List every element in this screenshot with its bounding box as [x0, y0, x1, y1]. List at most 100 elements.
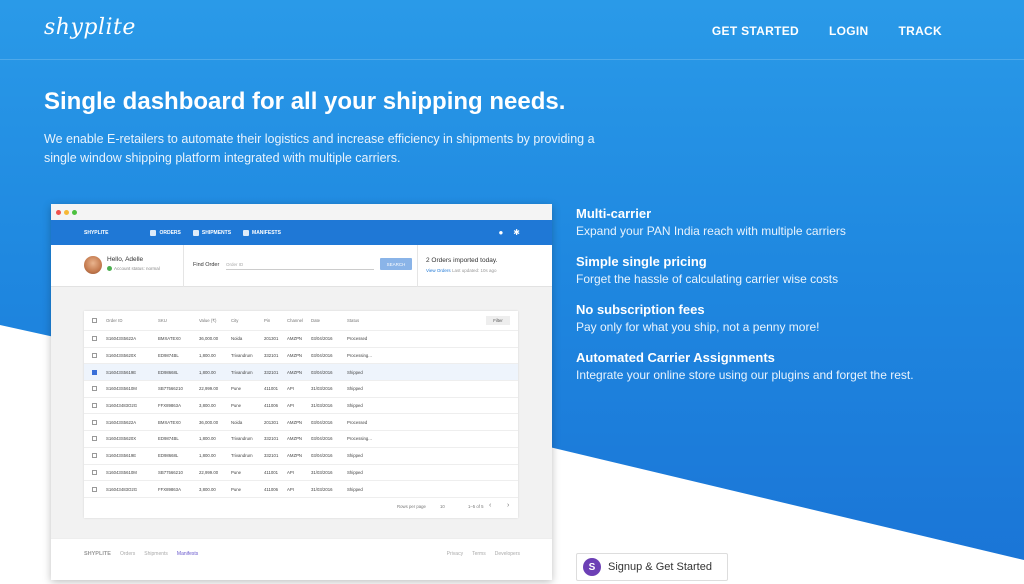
tab-label: MANIFESTS — [252, 229, 281, 236]
footer-links: Orders Shipments Manifests — [120, 551, 198, 557]
app-brand: SHYPLITE — [84, 229, 109, 236]
features-list: Multi-carrier Expand your PAN India reac… — [576, 206, 996, 398]
table-cell: S16043S5610M — [106, 386, 137, 392]
row-checkbox — [92, 469, 97, 475]
table-cell: 411001 — [264, 386, 279, 392]
imported-count: 2 Orders imported today. — [426, 257, 498, 264]
user-icon: ● — [498, 228, 504, 237]
table-cell: 31/03/2016 — [311, 386, 333, 392]
table-cell: FFX89863A — [158, 403, 181, 409]
row-checkbox — [92, 419, 97, 425]
nav-get-started[interactable]: GET STARTED — [712, 24, 799, 38]
table-cell: S16043483O2G — [106, 403, 138, 409]
table-cell: 22,999.00 — [199, 469, 219, 475]
table-cell: AMZPN — [287, 336, 303, 342]
tab-manifests: MANIFESTS — [243, 229, 281, 236]
table-cell: 332101 — [264, 453, 279, 459]
table-cell: Pune — [231, 486, 242, 492]
row-checkbox — [92, 436, 97, 442]
table-cell: Trivandrum — [231, 353, 253, 359]
view-orders-link: View Orders — [426, 268, 451, 273]
table-cell: ED98668L — [158, 453, 179, 459]
nav-links: GET STARTED LOGIN TRACK — [712, 24, 942, 38]
table-row: S16043S5610M SB77566210 22,999.00 Pune 41100… — [84, 465, 518, 482]
table-cell: API — [287, 386, 294, 392]
table-cell: S16043S5619E — [106, 453, 137, 459]
nav-track[interactable]: TRACK — [899, 24, 943, 38]
account-status: Account status: normal — [107, 266, 160, 271]
table-cell: Shipped — [347, 403, 363, 409]
table-row: S16043S5610M SB77566210 22,999.00 Pune 41100… — [84, 381, 518, 398]
signup-button[interactable]: S Signup & Get Started — [576, 553, 728, 581]
hero-description: We enable E-retailers to automate their … — [44, 132, 595, 165]
footer-link-developers: Developers — [494, 551, 520, 557]
footer-brand: SHYPLITE — [84, 551, 111, 557]
window-chrome — [51, 204, 552, 220]
footer-link-orders: Orders — [120, 551, 136, 557]
table-cell: ED98668L — [158, 369, 179, 375]
table-cell: 03/04/2016 — [311, 436, 333, 442]
table-cell: 411006 — [264, 403, 279, 409]
table-cell: Noida — [231, 419, 243, 425]
table-cell: Noida — [231, 336, 243, 342]
col-header: SKU — [158, 318, 167, 323]
row-checkbox — [92, 453, 97, 459]
greeting: Hello, Adelle — [107, 256, 144, 263]
shyplite-logo[interactable]: shyplite — [44, 15, 136, 40]
app-footer: SHYPLITE Orders Shipments Manifests Priv… — [51, 538, 552, 580]
table-cell: AMZPN — [287, 453, 303, 459]
col-header: Channel — [287, 318, 304, 323]
table-cell: API — [287, 486, 294, 492]
table-row: S16043S5622A BMXATEX0 36,000.00 Noida 201301… — [84, 414, 518, 432]
dashboard-screenshot: SHYPLITE ORDERS SHIPMENTS MANIFESTS ● ✱ … — [51, 204, 552, 580]
footer-link-shipments: Shipments — [144, 551, 168, 557]
col-header: Date — [311, 318, 321, 323]
orders-icon — [150, 229, 157, 236]
footer-legal-links: Privacy Terms Developers — [447, 551, 520, 557]
table-cell: S16043S5619E — [106, 369, 137, 375]
find-order-label: Find Order — [193, 262, 220, 268]
hero-title: Single dashboard for all your shipping n… — [44, 88, 566, 115]
signup-label: Signup & Get Started — [608, 561, 712, 573]
avatar — [84, 256, 102, 274]
feature-text: Expand your PAN India reach with multipl… — [576, 224, 846, 238]
account-status-text: Account status: normal — [114, 266, 160, 271]
manifest-icon — [243, 229, 250, 236]
table-cell: Shipped — [347, 369, 363, 375]
table-cell: 31/03/2016 — [311, 486, 333, 492]
table-cell: 03/04/2016 — [311, 336, 333, 342]
table-cell: S16043S5620X — [106, 436, 137, 442]
table-cell: 03/04/2016 — [311, 353, 333, 359]
nav-login[interactable]: LOGIN — [829, 24, 869, 38]
order-id-field: Order ID — [226, 260, 374, 270]
table-cell: AMZPN — [287, 353, 303, 359]
feature-title: Automated Carrier Assignments — [576, 350, 775, 365]
app-bar: SHYPLITE ORDERS SHIPMENTS MANIFESTS ● ✱ — [51, 220, 552, 245]
table-cell: SB77566210 — [158, 469, 183, 475]
col-header: Value (₹) — [199, 317, 217, 323]
row-checkbox — [92, 486, 97, 492]
tab-label: SHIPMENTS — [201, 229, 232, 236]
table-cell: S16043S5622A — [106, 419, 137, 425]
table-cell: 36,000.00 — [199, 419, 219, 425]
table-cell: 201301 — [264, 419, 279, 425]
truck-icon — [192, 229, 199, 236]
table-cell: API — [287, 403, 294, 409]
search-button: SEARCH — [380, 258, 412, 270]
close-dot-icon — [56, 209, 61, 215]
table-row: S16043483O2G FFX89863A 3,800.00 Pune 411006 A… — [84, 398, 518, 415]
last-updated-text: Last updated: 10s ago — [451, 268, 497, 273]
row-checkbox — [92, 369, 97, 375]
col-header: City — [231, 318, 239, 323]
feature-item: Multi-carrier Expand your PAN India reac… — [576, 206, 996, 238]
table-cell: AMZPN — [287, 369, 303, 375]
table-cell: 3,800.00 — [199, 403, 216, 409]
feature-item: No subscription fees Pay only for what y… — [576, 302, 996, 334]
footer-link-terms: Terms — [472, 551, 486, 557]
footer-link-privacy: Privacy — [446, 551, 464, 557]
feature-item: Simple single pricing Forget the hassle … — [576, 254, 996, 286]
row-checkbox — [92, 386, 97, 392]
maximize-dot-icon — [72, 209, 77, 215]
table-cell: 411001 — [264, 469, 279, 475]
last-updated: View Orders Last updated: 10s ago — [426, 268, 497, 273]
